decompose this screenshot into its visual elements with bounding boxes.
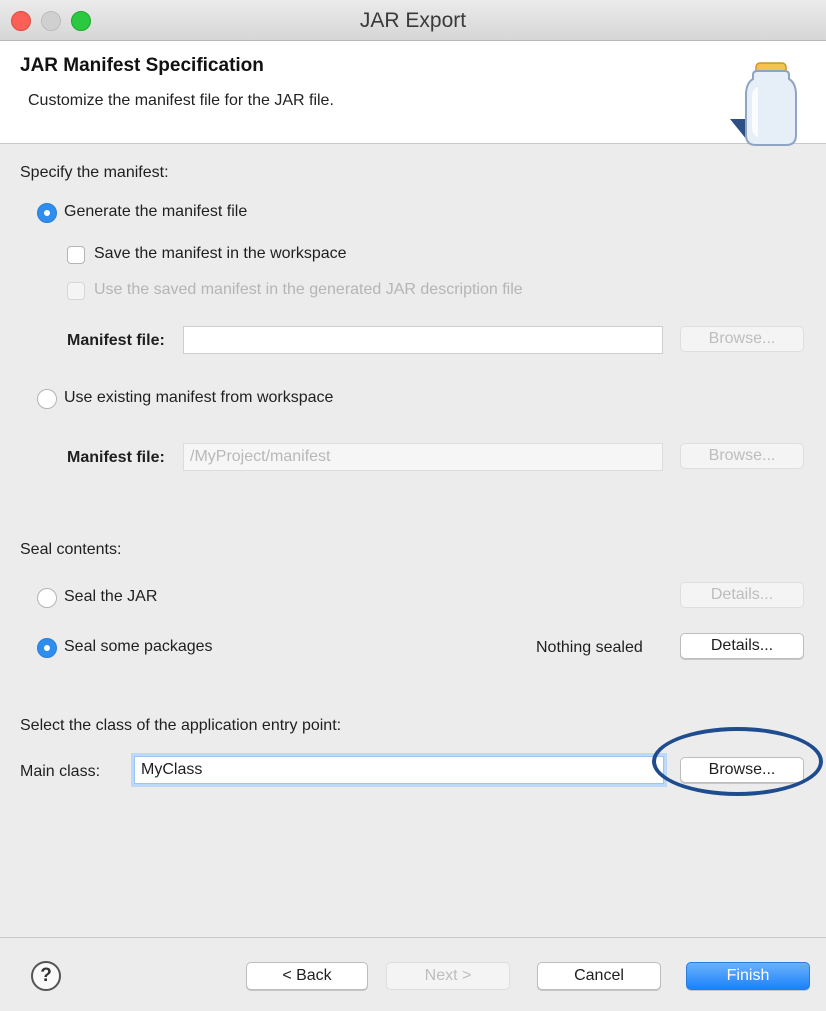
finish-button[interactable]: Finish: [686, 962, 810, 990]
manifest-file-label: Manifest file:: [67, 332, 165, 349]
manifest-file-input[interactable]: [183, 326, 663, 354]
main-class-input[interactable]: MyClass: [134, 756, 664, 784]
seal-packages-details-button[interactable]: Details...: [680, 633, 804, 659]
existing-manifest-browse-button[interactable]: Browse...: [680, 443, 804, 469]
generate-manifest-label[interactable]: Generate the manifest file: [64, 203, 247, 221]
footer-separator: [0, 937, 826, 938]
highlight-annotation-ellipse: [652, 727, 823, 796]
seal-some-packages-radio[interactable]: [37, 638, 57, 658]
title-bar: JAR Export: [0, 0, 826, 41]
manifest-browse-button[interactable]: Browse...: [680, 326, 804, 352]
help-icon[interactable]: ?: [31, 961, 61, 991]
main-class-label: Main class:: [20, 763, 101, 780]
use-saved-manifest-checkbox[interactable]: [67, 282, 85, 300]
seal-jar-radio[interactable]: [37, 588, 57, 608]
page-description: Customize the manifest file for the JAR …: [28, 92, 334, 109]
seal-jar-details-button[interactable]: Details...: [680, 582, 804, 608]
specify-manifest-label: Specify the manifest:: [20, 164, 169, 181]
seal-jar-label[interactable]: Seal the JAR: [64, 588, 157, 606]
save-manifest-label[interactable]: Save the manifest in the workspace: [94, 245, 347, 263]
use-saved-manifest-label: Use the saved manifest in the generated …: [94, 281, 523, 298]
generate-manifest-radio[interactable]: [37, 203, 57, 223]
save-manifest-checkbox[interactable]: [67, 246, 85, 264]
existing-manifest-file-input[interactable]: /MyProject/manifest: [183, 443, 663, 471]
seal-some-packages-label[interactable]: Seal some packages: [64, 638, 213, 656]
wizard-header: JAR Manifest Specification Customize the…: [0, 41, 826, 146]
entry-point-label: Select the class of the application entr…: [20, 717, 342, 734]
use-existing-manifest-label[interactable]: Use existing manifest from workspace: [64, 389, 333, 407]
back-button[interactable]: < Back: [246, 962, 368, 990]
seal-contents-label: Seal contents:: [20, 541, 122, 558]
page-title: JAR Manifest Specification: [20, 55, 264, 76]
existing-manifest-file-label: Manifest file:: [67, 449, 165, 466]
seal-status-text: Nothing sealed: [536, 639, 643, 656]
jar-icon: [730, 62, 797, 146]
window-title: JAR Export: [359, 9, 467, 32]
cancel-button[interactable]: Cancel: [537, 962, 661, 990]
jar-export-dialog: JAR Export JAR Manifest Specification Cu…: [0, 0, 826, 1011]
next-button[interactable]: Next >: [386, 962, 510, 990]
use-existing-manifest-radio[interactable]: [37, 389, 57, 409]
